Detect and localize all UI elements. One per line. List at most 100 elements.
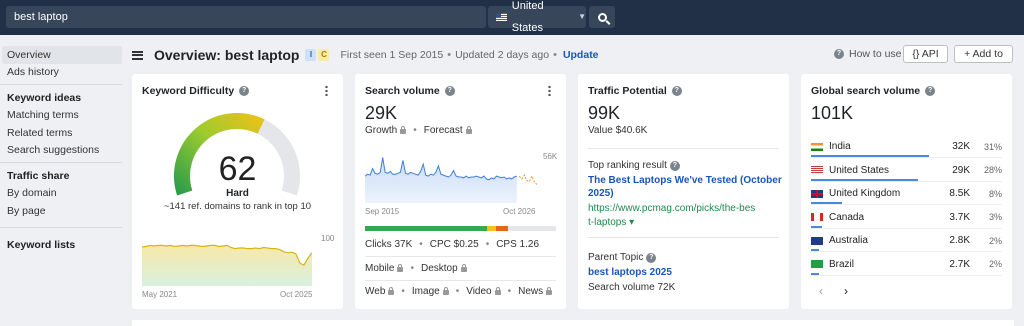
- more-options-icon[interactable]: [325, 85, 328, 96]
- card-title-label: Search volume: [365, 85, 440, 97]
- separator-dot: •: [507, 286, 512, 297]
- api-button[interactable]: {} API: [903, 45, 948, 63]
- separator-dot: •: [410, 263, 414, 274]
- country-row[interactable]: Canada 3.7K 3%: [811, 206, 1002, 229]
- lock-icon: [400, 126, 407, 134]
- country-share: 2%: [988, 235, 1002, 246]
- search-volume-chart: [365, 157, 537, 203]
- more-options-icon[interactable]: [548, 85, 551, 96]
- parent-topic-label: Parent Topic: [588, 252, 644, 263]
- search-icon: [597, 12, 607, 22]
- web-label: Web: [365, 286, 386, 297]
- country-volume: 8.5K: [949, 188, 970, 199]
- cps-value: CPS 1.26: [496, 239, 540, 250]
- separator-dot: •: [401, 286, 405, 297]
- forecast-label: Forecast: [423, 125, 463, 136]
- card-title-label: Keyword Difficulty: [142, 85, 235, 97]
- ref-domains-note: ~141 ref. domains to rank in top 10: [163, 201, 312, 212]
- sidebar-divider: [0, 84, 122, 85]
- lock-icon: [546, 287, 553, 295]
- help-icon[interactable]: ?: [671, 86, 682, 96]
- click-distribution-bar: [365, 226, 556, 231]
- card-title-label: Global search volume: [811, 85, 921, 97]
- separator-dot: •: [553, 49, 557, 61]
- update-link[interactable]: Update: [563, 49, 599, 61]
- help-icon[interactable]: ?: [646, 252, 657, 263]
- parent-topic-row: Parent Topic ?: [588, 252, 657, 263]
- parent-topic-link[interactable]: best laptops 2025: [588, 267, 672, 278]
- no-clicks-segment: [508, 226, 556, 231]
- help-icon: ?: [834, 49, 844, 59]
- sidebar-heading-keyword-ideas: Keyword ideas: [7, 92, 82, 104]
- prev-page-button[interactable]: ‹: [819, 284, 823, 298]
- top-result-url-link[interactable]: https://www.pcmag.com/picks/the-best-lap…: [588, 202, 758, 229]
- country-select[interactable]: United States ▼: [488, 0, 586, 34]
- sidebar-item-overview[interactable]: Overview: [2, 46, 122, 64]
- card-title: Traffic Potential ?: [588, 85, 682, 97]
- help-icon[interactable]: ?: [669, 160, 680, 171]
- traffic-potential-value: 99K: [588, 103, 621, 123]
- page-title: Overview: best laptop: [154, 47, 300, 63]
- country-volume: 29K: [952, 164, 970, 176]
- country-volume: 2.7K: [949, 258, 970, 270]
- country-share: 8%: [988, 188, 1002, 199]
- sidebar-item-related-terms[interactable]: Related terms: [7, 127, 72, 139]
- device-row: Mobile • Desktop: [365, 263, 467, 274]
- chevron-down-icon: ▼: [578, 12, 586, 21]
- difficulty-area: [142, 245, 312, 286]
- next-page-button[interactable]: ›: [844, 284, 848, 298]
- lock-icon: [460, 264, 467, 272]
- keyword-search-input[interactable]: best laptop: [6, 6, 486, 28]
- clicks-value: Clicks 37K: [365, 239, 413, 250]
- chart-end-label: Oct 2025: [280, 290, 313, 299]
- search-volume-area: [365, 157, 517, 203]
- cpc-value: CPC $0.25: [429, 239, 479, 250]
- traffic-potential-card: Traffic Potential ? 99K Value $40.6K Top…: [578, 74, 789, 309]
- chart-max-label: 100: [321, 234, 335, 243]
- updated-text: Updated 2 days ago: [455, 49, 550, 61]
- separator-dot: •: [485, 239, 490, 250]
- intent-badge-informational: I: [305, 49, 317, 61]
- help-icon[interactable]: ?: [444, 86, 455, 96]
- difficulty-label: Hard: [226, 188, 249, 199]
- sidebar-divider: [0, 162, 122, 163]
- menu-icon[interactable]: [132, 50, 143, 60]
- chart-start-label: May 2021: [142, 290, 178, 299]
- sidebar-item-search-suggestions[interactable]: Search suggestions: [7, 144, 99, 156]
- lock-icon: [465, 126, 472, 134]
- serp-type-row: Web • Image • Video • News: [365, 286, 553, 297]
- sidebar-item-by-page[interactable]: By page: [7, 205, 46, 217]
- country-row[interactable]: Australia 2.8K 2%: [811, 229, 1002, 252]
- us-flag-icon: [811, 166, 823, 174]
- country-share: 28%: [983, 165, 1002, 175]
- australia-flag-icon: [811, 236, 823, 245]
- sidebar-item-matching-terms[interactable]: Matching terms: [7, 109, 79, 121]
- help-icon[interactable]: ?: [925, 86, 936, 96]
- country-volume: 2.8K: [949, 235, 970, 246]
- separator-dot: •: [455, 286, 460, 297]
- help-icon[interactable]: ?: [239, 86, 250, 96]
- search-button[interactable]: [589, 6, 615, 28]
- first-seen-text: First seen 1 Sep 2015: [340, 49, 444, 61]
- country-row[interactable]: Brazil 2.7K 2%: [811, 253, 1002, 276]
- search-volume-card: Search volume ? 29K Growth • Forecast 56…: [355, 74, 566, 309]
- top-ranking-result-row: Top ranking result ?: [588, 160, 680, 171]
- paid-clicks-segment: [487, 226, 496, 231]
- video-label: Video: [466, 286, 492, 297]
- country-name: Brazil: [829, 258, 855, 270]
- top-result-title-link[interactable]: The Best Laptops We've Tested (October 2…: [588, 174, 783, 200]
- global-search-volume-card: Global search volume ? 101K India 32K 31% U…: [801, 74, 1012, 309]
- lock-icon: [494, 287, 501, 295]
- lock-icon: [388, 287, 395, 295]
- sidebar-heading-traffic-share: Traffic share: [7, 170, 70, 182]
- separator-dot: •: [413, 125, 417, 136]
- search-volume-value: 29K: [365, 103, 398, 123]
- sidebar-item-by-domain[interactable]: By domain: [7, 187, 57, 199]
- chart-end-label: Oct 2026: [503, 207, 536, 216]
- mobile-label: Mobile: [365, 263, 395, 274]
- sidebar-item-keyword-lists[interactable]: Keyword lists: [7, 239, 75, 251]
- add-to-button[interactable]: + Add to: [954, 45, 1013, 63]
- how-to-use-link[interactable]: ? How to use: [834, 48, 902, 60]
- sidebar-item-ads-history[interactable]: Ads history: [7, 66, 59, 78]
- country-name: Australia: [829, 235, 868, 246]
